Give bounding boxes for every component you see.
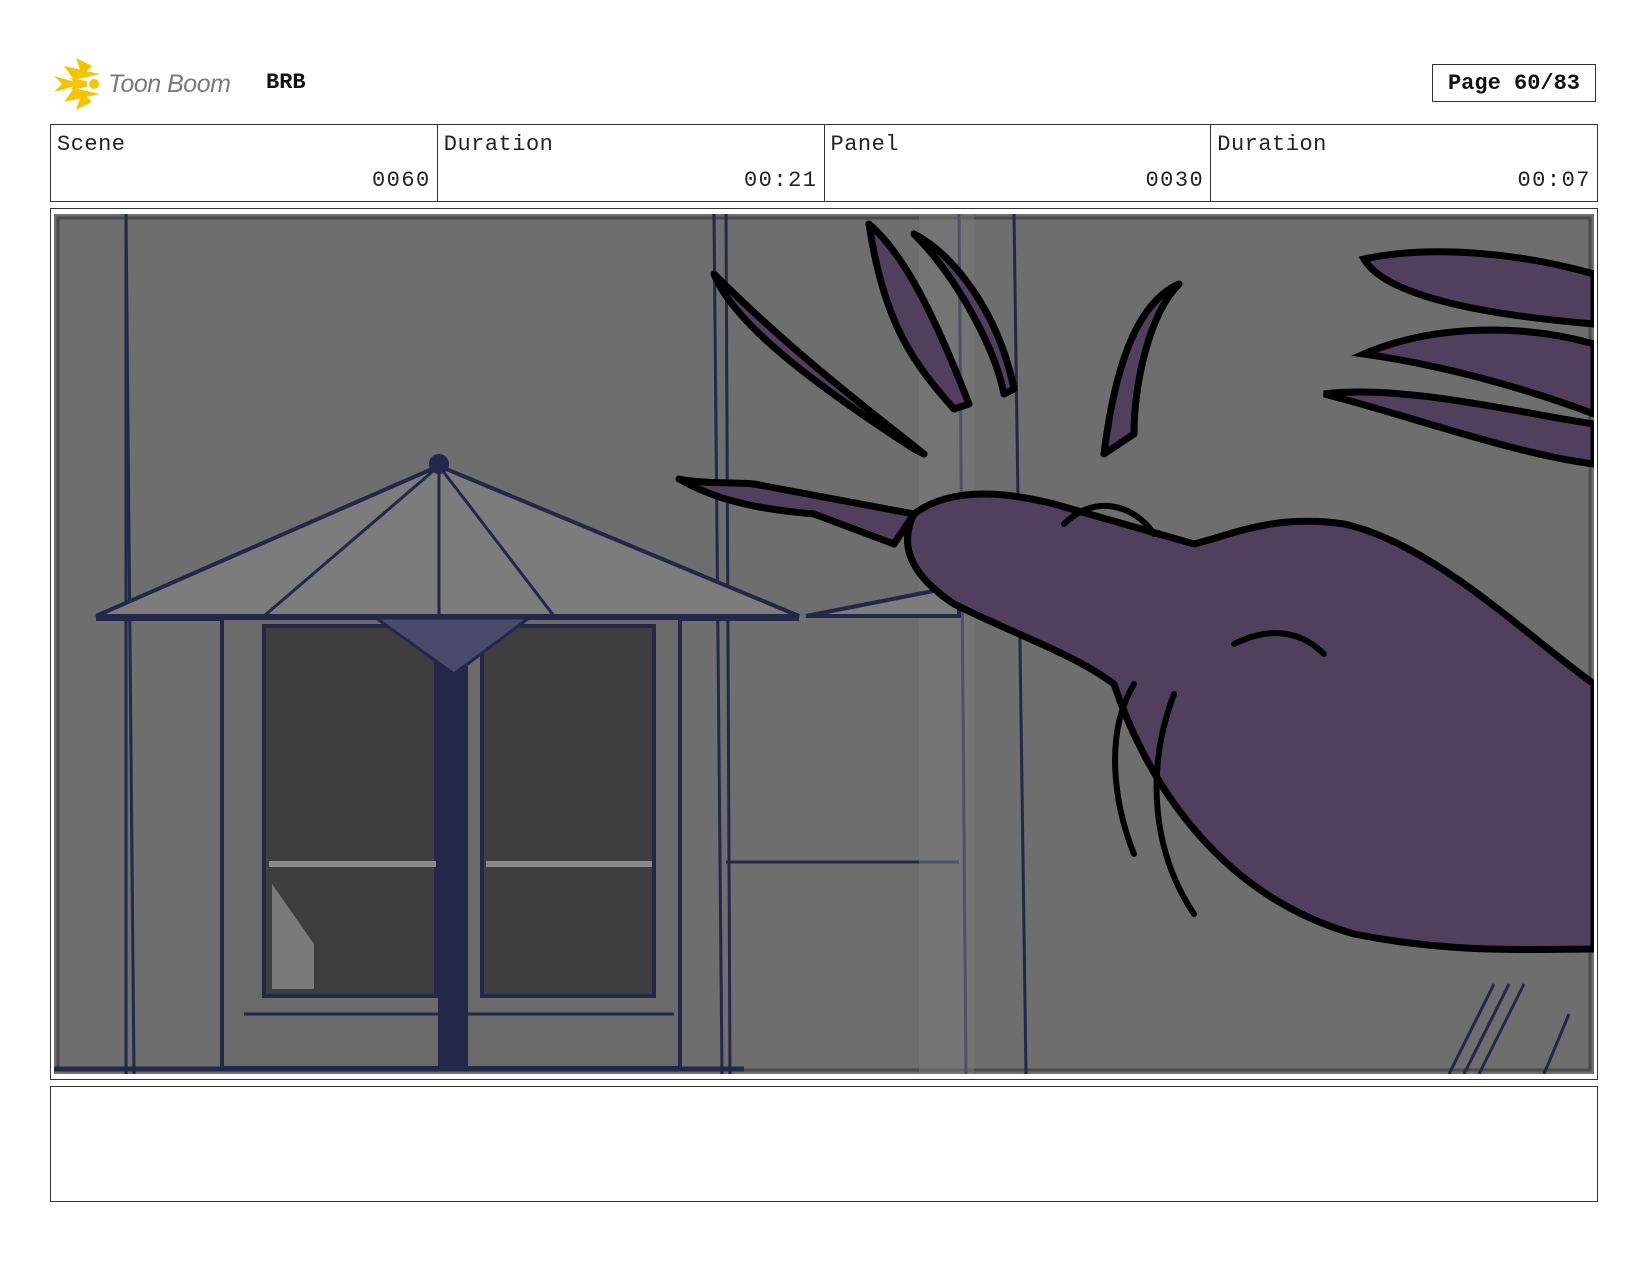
panel-label: Panel xyxy=(830,132,900,157)
scene-label: Scene xyxy=(57,132,126,157)
logo-text: Toon Boom xyxy=(108,69,231,98)
panel-duration-label: Duration xyxy=(1217,132,1327,157)
project-title: BRB xyxy=(266,70,306,95)
panel-info-table: Scene 0060 Duration 00:21 Panel 0030 Dur… xyxy=(50,124,1598,202)
storyboard-panel-image xyxy=(54,214,1594,1074)
panel-duration-value: 00:07 xyxy=(1517,168,1591,193)
toon-boom-logo: Toon Boom xyxy=(52,58,231,110)
scene-duration-label: Duration xyxy=(443,132,554,157)
panel-notes xyxy=(50,1086,1598,1202)
panel-duration-cell: Duration 00:07 xyxy=(1211,125,1597,201)
scene-duration-cell: Duration 00:21 xyxy=(438,125,825,201)
page-number: Page 60/83 xyxy=(1432,64,1596,102)
storyboard-panel-frame xyxy=(50,208,1598,1080)
panel-cell: Panel 0030 xyxy=(825,125,1212,201)
panel-value: 0030 xyxy=(1145,168,1205,193)
scene-cell: Scene 0060 xyxy=(51,125,438,201)
scene-duration-value: 00:21 xyxy=(743,168,818,193)
toon-boom-sunburst-icon xyxy=(54,58,102,110)
scene-value: 0060 xyxy=(371,168,431,193)
